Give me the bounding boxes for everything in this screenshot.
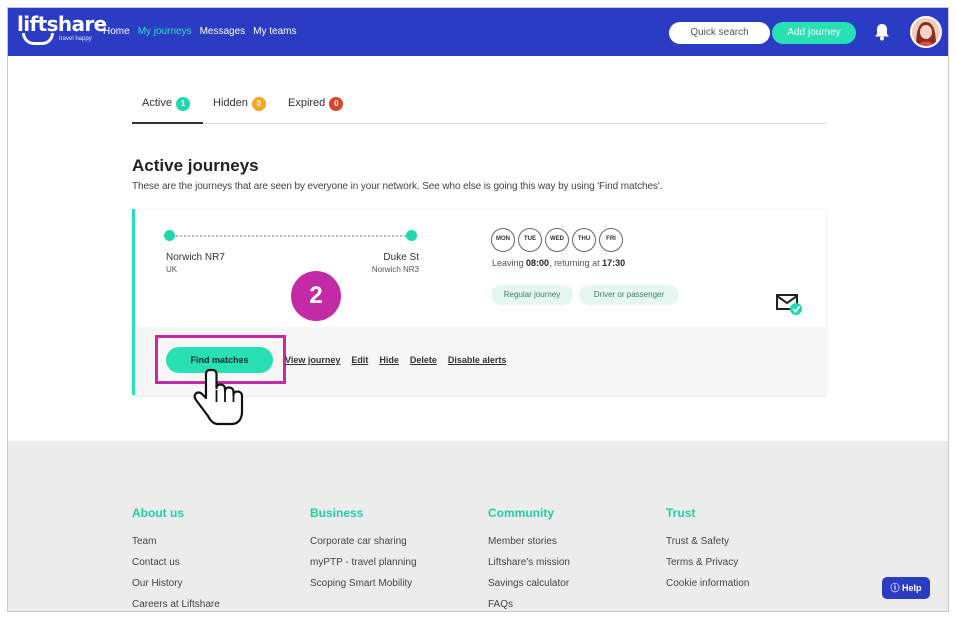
day-fri: FRI xyxy=(599,228,623,252)
footer-column-trust: Trust Trust & Safety Terms & Privacy Coo… xyxy=(666,506,749,599)
avatar-portrait-icon xyxy=(912,18,940,46)
footer-heading-community: Community xyxy=(488,506,554,520)
day-wed: WED xyxy=(545,228,569,252)
site-footer: About us Team Contact us Our History Car… xyxy=(8,441,948,611)
tab-active-count: 1 xyxy=(175,97,190,111)
help-label: Help xyxy=(902,583,922,593)
returning-prefix: , returning at xyxy=(549,258,603,268)
section-description: These are the journeys that are seen by … xyxy=(132,181,663,192)
logo-smile-icon xyxy=(22,33,54,45)
footer-link[interactable]: Liftshare's mission xyxy=(488,557,570,568)
footer-link[interactable]: Savings calculator xyxy=(488,578,570,589)
footer-column-community: Community Member stories Liftshare's mis… xyxy=(488,506,570,611)
route-line xyxy=(173,235,413,237)
tab-hidden[interactable]: Hidden 0 xyxy=(213,94,266,124)
app-frame: liftshare travel happy Home My journeys … xyxy=(7,7,949,612)
tab-active[interactable]: Active 1 xyxy=(132,94,203,124)
footer-link[interactable]: Terms & Privacy xyxy=(666,557,749,568)
footer-column-business: Business Corporate car sharing myPTP - t… xyxy=(310,506,417,599)
day-thu: THU xyxy=(572,228,596,252)
quick-search-button[interactable]: Quick search xyxy=(669,22,770,44)
footer-heading-business: Business xyxy=(310,506,364,520)
footer-link[interactable]: Member stories xyxy=(488,536,570,547)
tab-expired-label: Expired xyxy=(288,97,326,109)
origin-dot-icon xyxy=(164,230,175,241)
journey-actions: View journey Edit Hide Delete Disable al… xyxy=(285,355,506,365)
footer-heading-trust: Trust xyxy=(666,506,696,520)
journey-times: Leaving 08:00, returning at 17:30 xyxy=(492,258,625,268)
edit-link[interactable]: Edit xyxy=(351,355,368,365)
logo-tagline: travel happy xyxy=(59,36,92,42)
journey-tabs: Active 1 Hidden 0 Expired 0 xyxy=(132,94,826,124)
view-journey-link[interactable]: View journey xyxy=(285,355,340,365)
footer-link[interactable]: Contact us xyxy=(132,557,220,568)
origin-subtitle: UK xyxy=(166,265,178,274)
day-tue: TUE xyxy=(518,228,542,252)
add-journey-button[interactable]: Add journey xyxy=(772,22,856,44)
tab-expired-count: 0 xyxy=(329,97,344,111)
liftshare-logo[interactable]: liftshare travel happy xyxy=(17,12,107,45)
step-number-badge: 2 xyxy=(291,271,341,321)
main-nav: Home My journeys Messages My teams xyxy=(103,26,297,37)
regular-journey-chip: Regular journey xyxy=(491,285,573,305)
footer-heading-about: About us xyxy=(132,506,184,520)
footer-column-about: About us Team Contact us Our History Car… xyxy=(132,506,220,611)
email-alerts-icon[interactable] xyxy=(775,291,805,317)
footer-link[interactable]: Corporate car sharing xyxy=(310,536,417,547)
hand-pointer-cursor-icon xyxy=(193,368,244,426)
footer-link[interactable]: Careers at Liftshare xyxy=(132,599,220,610)
bell-icon[interactable] xyxy=(874,23,890,41)
nav-messages[interactable]: Messages xyxy=(200,26,246,37)
leaving-prefix: Leaving xyxy=(492,258,527,268)
destination-dot-icon xyxy=(406,230,417,241)
footer-link[interactable]: Cookie information xyxy=(666,578,749,589)
hide-link[interactable]: Hide xyxy=(379,355,399,365)
day-mon: MON xyxy=(491,228,515,252)
destination-name: Duke St xyxy=(383,252,419,263)
origin-name: Norwich NR7 xyxy=(166,252,225,263)
nav-my-teams[interactable]: My teams xyxy=(253,26,296,37)
footer-link[interactable]: Team xyxy=(132,536,220,547)
destination-subtitle: Norwich NR3 xyxy=(371,265,419,274)
driver-or-passenger-chip: Driver or passenger xyxy=(579,285,679,305)
tab-expired[interactable]: Expired 0 xyxy=(288,94,344,124)
top-navigation-bar: liftshare travel happy Home My journeys … xyxy=(8,8,948,56)
footer-link[interactable]: Scoping Smart Mobility xyxy=(310,578,417,589)
disable-alerts-link[interactable]: Disable alerts xyxy=(448,355,507,365)
tab-hidden-label: Hidden xyxy=(213,97,248,109)
travel-days: MON TUE WED THU FRI xyxy=(491,228,623,252)
nav-my-journeys[interactable]: My journeys xyxy=(138,26,192,37)
help-icon: ⓘ xyxy=(890,583,902,593)
leaving-time: 08:00 xyxy=(526,258,550,268)
footer-link[interactable]: Our History xyxy=(132,578,220,589)
user-avatar[interactable] xyxy=(910,16,942,48)
footer-link[interactable]: myPTP - travel planning xyxy=(310,557,417,568)
tab-active-label: Active xyxy=(142,97,172,109)
delete-link[interactable]: Delete xyxy=(410,355,437,365)
help-button[interactable]: ⓘ Help xyxy=(882,577,930,599)
logo-wordmark: liftshare xyxy=(17,12,107,36)
returning-time: 17:30 xyxy=(602,258,626,268)
footer-link[interactable]: FAQs xyxy=(488,599,570,610)
footer-link[interactable]: Trust & Safety xyxy=(666,536,749,547)
nav-home[interactable]: Home xyxy=(103,26,130,37)
tab-hidden-count: 0 xyxy=(251,97,266,111)
page-title: Active journeys xyxy=(132,156,259,175)
